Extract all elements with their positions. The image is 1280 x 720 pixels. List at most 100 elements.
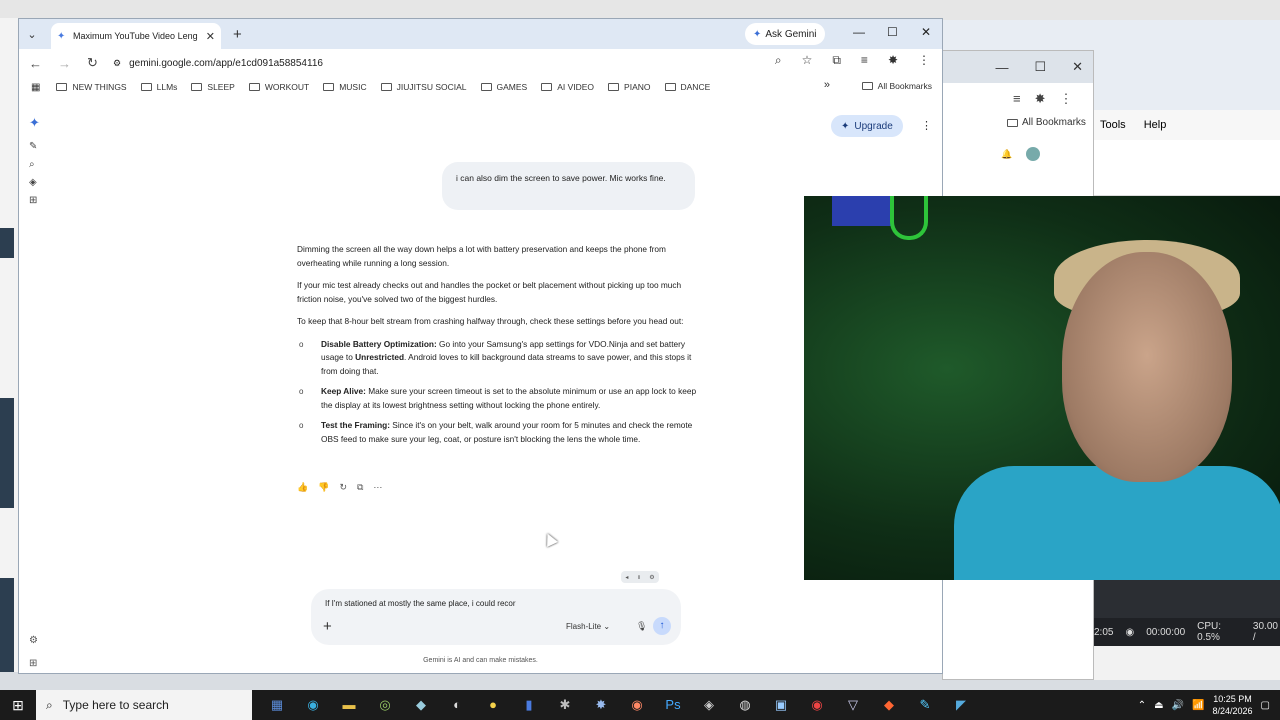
site-info-icon[interactable]: ⚙: [113, 58, 121, 69]
maximize-icon[interactable]: ☐: [1034, 59, 1046, 75]
settings-icon[interactable]: ⚙: [649, 574, 654, 581]
notifications-icon[interactable]: ▢: [1261, 700, 1270, 711]
menu-icon[interactable]: ⋮: [1060, 91, 1073, 107]
bookmark-star-icon[interactable]: ☆: [802, 53, 813, 68]
start-button[interactable]: ⊞: [0, 690, 36, 720]
new-tab-icon[interactable]: +: [233, 26, 242, 43]
tab-search-icon[interactable]: ⌄: [19, 28, 45, 41]
microphone-icon[interactable]: 🎙: [636, 621, 647, 632]
bookmark-llms[interactable]: LLMs: [140, 82, 177, 92]
file-explorer-icon[interactable]: ▬: [338, 697, 360, 713]
bookmark-piano[interactable]: PIANO: [608, 82, 651, 92]
zoom-icon[interactable]: ⌕: [775, 53, 782, 68]
model-selector[interactable]: Flash-Lite ⌄: [566, 622, 610, 631]
chrome-icon[interactable]: ◉: [806, 697, 828, 713]
bookmark-games[interactable]: GAMES: [480, 82, 527, 92]
bulb-icon[interactable]: ●: [482, 697, 504, 713]
avatar[interactable]: [1026, 147, 1041, 161]
add-icon[interactable]: +: [323, 618, 332, 635]
copy-icon[interactable]: ⧉: [357, 482, 363, 493]
tab-gemini[interactable]: ✦ Maximum YouTube Video Leng ✕: [51, 23, 221, 49]
bookmark-jiujitsu-social[interactable]: JIUJITSU SOCIAL: [380, 82, 467, 92]
background-all-bookmarks[interactable]: All Bookmarks: [1007, 117, 1086, 128]
document-icon[interactable]: ▮: [518, 697, 540, 713]
gems-icon[interactable]: ◈: [29, 177, 40, 189]
all-bookmarks[interactable]: All Bookmarks: [861, 81, 932, 91]
chevron-up-icon[interactable]: ⌃: [1138, 700, 1146, 711]
thumbs-down-icon[interactable]: 👎: [318, 482, 329, 493]
background-window-row: 🔔: [1001, 147, 1041, 161]
back-icon[interactable]: ←: [29, 56, 42, 71]
maximize-icon[interactable]: ☐: [887, 25, 898, 39]
volume-icon[interactable]: 🔊: [1172, 700, 1184, 711]
send-button[interactable]: ↑: [653, 617, 671, 635]
menu-help[interactable]: Help: [1144, 119, 1167, 131]
extensions-icon[interactable]: ⧉: [832, 53, 841, 68]
bookmark-sleep[interactable]: SLEEP: [191, 82, 235, 92]
media-icon[interactable]: ≡: [1013, 91, 1021, 107]
activity-icon[interactable]: ⊞: [29, 658, 38, 669]
app-icon[interactable]: ◎: [374, 697, 396, 713]
audio-icon[interactable]: ◂: [625, 574, 628, 581]
upgrade-button[interactable]: ✦ Upgrade: [831, 115, 903, 137]
app-icon[interactable]: ◍: [734, 697, 756, 713]
bell-icon[interactable]: 🔔: [1001, 149, 1012, 160]
background-window-titlebar: — ☐ ✕: [943, 51, 1093, 83]
bookmark-workout[interactable]: WORKOUT: [248, 82, 309, 92]
url-field[interactable]: ⚙ gemini.google.com/app/e1cd091a58854116: [113, 53, 813, 73]
firefox-icon[interactable]: ◉: [626, 697, 648, 713]
bookmark-ai-video[interactable]: AI VIDEO: [541, 82, 594, 92]
davinci-icon[interactable]: ◈: [698, 697, 720, 713]
brave-icon[interactable]: ◆: [878, 697, 900, 713]
pause-icon[interactable]: ॥: [637, 573, 641, 581]
media-controls-icon[interactable]: ≡: [861, 53, 868, 68]
photoshop-icon[interactable]: Ps: [662, 697, 684, 713]
library-icon[interactable]: ⊞: [29, 195, 40, 207]
bookmark-music[interactable]: MUSIC: [323, 82, 367, 92]
extension-puzzle-icon[interactable]: ✸: [888, 53, 898, 68]
obs-fps: 30.00 /: [1252, 621, 1278, 643]
tab-close-icon[interactable]: ✕: [206, 30, 215, 43]
ask-gemini-button[interactable]: ✦ Ask Gemini: [745, 23, 825, 45]
notepad-icon[interactable]: ◆: [410, 697, 432, 713]
prompt-composer[interactable]: If I'm stationed at mostly the same plac…: [311, 589, 681, 645]
background-window-toolbar: ≡ ✸ ⋮: [1013, 91, 1073, 107]
minimize-icon[interactable]: —: [853, 25, 865, 39]
webcam-person-shirt: [954, 466, 1280, 580]
edge-icon[interactable]: ◉: [302, 697, 324, 713]
prompt-input[interactable]: If I'm stationed at mostly the same plac…: [325, 599, 516, 608]
close-icon[interactable]: ✕: [1072, 59, 1083, 75]
close-icon[interactable]: ✕: [921, 25, 931, 39]
thumbs-up-icon[interactable]: 👍: [297, 482, 308, 493]
app-icon[interactable]: ✎: [914, 697, 936, 713]
app-icon[interactable]: ▽: [842, 697, 864, 713]
minimize-icon[interactable]: —: [995, 60, 1008, 75]
gemini-logo-icon[interactable]: ✦: [29, 115, 40, 130]
new-chat-icon[interactable]: ✎: [29, 141, 40, 153]
network-icon[interactable]: 📶: [1192, 700, 1204, 711]
forward-icon[interactable]: →: [58, 56, 71, 71]
more-options-icon[interactable]: ⋮: [921, 119, 932, 132]
app-icon[interactable]: ✱: [554, 697, 576, 713]
taskbar-clock[interactable]: 10:25 PM 8/24/2026: [1213, 693, 1253, 717]
window-icon[interactable]: ▣: [770, 697, 792, 713]
usb-icon[interactable]: ⏏: [1154, 700, 1163, 711]
settings-icon[interactable]: ⚙: [29, 635, 38, 646]
app-icon[interactable]: ◤: [950, 697, 972, 713]
bookmark-dance[interactable]: DANCE: [664, 82, 710, 92]
floating-mini-toolbar[interactable]: ◂ ॥ ⚙: [621, 571, 659, 583]
reload-icon[interactable]: ↻: [87, 55, 98, 71]
more-icon[interactable]: ⋯: [373, 482, 382, 493]
regenerate-icon[interactable]: ↻: [339, 482, 347, 493]
bookmark-new-things[interactable]: NEW THINGS: [56, 82, 127, 92]
apps-grid-icon[interactable]: ▦: [31, 82, 40, 93]
taskbar-search[interactable]: ⌕ Type here to search: [36, 690, 252, 720]
menu-icon[interactable]: ⋮: [918, 53, 930, 68]
menu-tools[interactable]: Tools: [1100, 119, 1126, 131]
extension-icon[interactable]: ✸: [1035, 91, 1046, 107]
search-icon[interactable]: ⌕: [29, 159, 40, 171]
network-icon[interactable]: ✸: [590, 697, 612, 713]
calculator-icon[interactable]: ▦: [266, 697, 288, 713]
more-bookmarks-icon[interactable]: »: [824, 79, 830, 91]
obs-icon[interactable]: ◐: [446, 697, 468, 713]
